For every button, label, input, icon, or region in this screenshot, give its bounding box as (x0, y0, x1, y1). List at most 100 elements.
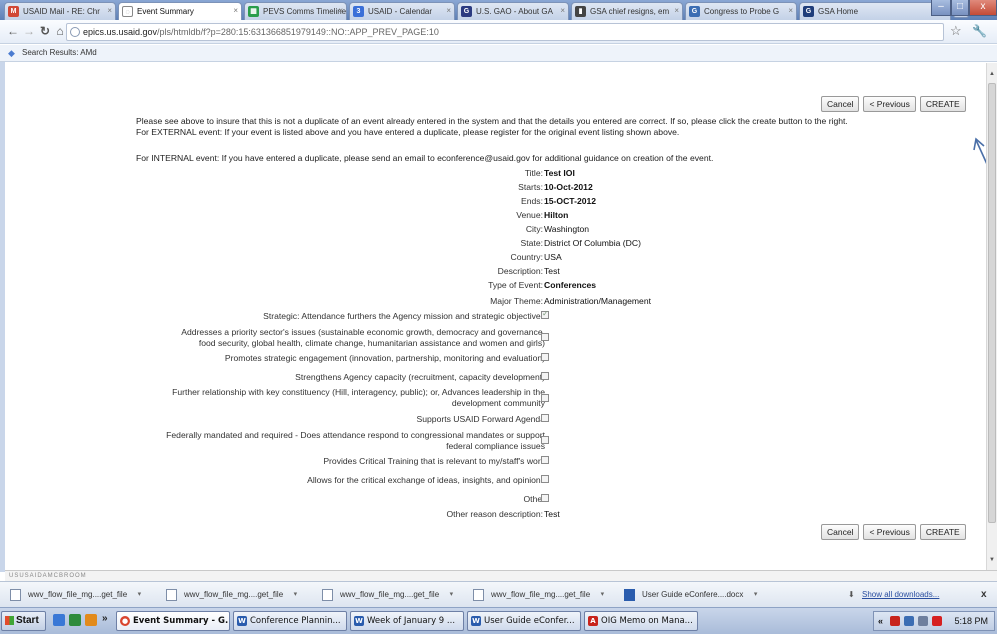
tab-congress-probe[interactable]: G Congress to Probe G × (685, 2, 797, 20)
download-item[interactable]: wwv_flow_file_mg....get_file ▾ (10, 587, 141, 603)
scroll-down-icon[interactable]: ▼ (987, 555, 997, 565)
criterion-label: Allows for the critical exchange of idea… (307, 475, 545, 485)
start-button[interactable]: Start (1, 611, 46, 631)
criterion-strategic-checkbox[interactable] (541, 309, 549, 319)
tab-pevs-comms[interactable]: ▦ PEVS Comms Timeline × (244, 2, 347, 20)
criterion-other-checkbox[interactable] (541, 494, 549, 502)
browser-toolbar: ← → ↻ ⌂ epics.us.usaid.gov/pls/htmldb/f?… (0, 20, 997, 44)
taskbar-button-week-of-january[interactable]: W Week of January 9 ... (350, 611, 464, 631)
window-close-button[interactable]: x (969, 0, 997, 16)
bookmarks-bar: ◆ Search Results: AMd (0, 45, 997, 62)
vertical-scrollbar[interactable]: ▲ ▼ (986, 63, 997, 570)
download-item[interactable]: wwv_flow_file_mg....get_file ▾ (166, 587, 297, 603)
field-label: Ends: (521, 196, 543, 206)
bookmark-star-icon[interactable]: ☆ (950, 24, 962, 38)
security-icon[interactable] (932, 616, 942, 626)
chevron-down-icon[interactable]: ▾ (138, 587, 142, 603)
url-path: /pls/htmldb/f?p=280:15:6313668519791​49:… (157, 27, 439, 37)
criterion-label: federal compliance issues (446, 441, 545, 451)
chevron-down-icon[interactable]: ▾ (294, 587, 298, 603)
criterion-federally-mandated: Federally mandated and required - Does a… (166, 430, 545, 452)
bookmark-search-results[interactable]: ◆ Search Results: AMd (8, 48, 97, 58)
show-all-downloads-link[interactable]: ⬇ Show all downloads... (848, 587, 939, 603)
tab-event-summary[interactable]: ◌ Event Summary × (118, 2, 242, 20)
download-item[interactable]: User Guide eConfere....docx ▾ (624, 587, 757, 603)
field-value: Administration/Management (544, 296, 651, 306)
outlook-icon[interactable] (85, 614, 97, 626)
back-icon[interactable]: ← (6, 24, 20, 38)
ie-icon[interactable] (53, 614, 65, 626)
clock[interactable]: 5:18 PM (954, 612, 988, 630)
download-item[interactable]: wwv_flow_file_mg....get_file ▾ (473, 587, 604, 603)
close-icon[interactable]: x (981, 587, 987, 603)
close-icon[interactable]: × (233, 6, 238, 15)
criterion-key-constituency-checkbox[interactable] (541, 394, 549, 402)
status-text: USUSAIDAMCBROOM (5, 570, 997, 581)
search-results-icon: ◆ (8, 48, 15, 58)
tray-app-icon[interactable] (890, 616, 900, 626)
tab-strip: M USAID Mail - RE: Chr × ◌ Event Summary… (0, 0, 997, 20)
wrench-icon[interactable]: 🔧 (972, 24, 987, 38)
news-icon: G (689, 6, 700, 17)
network-icon[interactable] (904, 616, 914, 626)
criterion-critical-training-checkbox[interactable] (541, 456, 549, 464)
tab-usaid-calendar[interactable]: 3 USAID - Calendar × (349, 2, 455, 20)
field-value: Test (544, 509, 560, 519)
create-button[interactable]: CREATE (919, 96, 966, 112)
field-label: Description: (497, 266, 543, 276)
excel-icon[interactable] (69, 614, 81, 626)
criterion-exchange-ideas: Allows for the critical exchange of idea… (307, 475, 545, 485)
chevron-down-icon[interactable]: ▾ (450, 587, 454, 603)
calendar-icon: 3 (353, 6, 364, 17)
chevron-down-icon[interactable]: ▾ (601, 587, 605, 603)
address-bar[interactable]: epics.us.usaid.gov/pls/htmldb/f?p=280:15… (66, 23, 944, 41)
scroll-thumb[interactable] (988, 83, 996, 523)
criterion-priority-sector-checkbox[interactable] (541, 333, 549, 341)
create-button[interactable]: CREATE (919, 524, 966, 540)
page-viewport: Cancel < Previous CREATE Please see abov… (5, 63, 986, 570)
tray-chevron[interactable]: « (878, 612, 883, 630)
taskbar-button-user-guide[interactable]: W User Guide eConfer... (467, 611, 581, 631)
cancel-button[interactable]: Cancel (821, 524, 860, 540)
close-icon[interactable]: × (107, 6, 112, 15)
quicklaunch-chevron[interactable]: » (102, 613, 108, 624)
close-icon[interactable]: × (338, 6, 343, 15)
field-label: Other reason description: (446, 509, 544, 519)
taskbar-button-conference-planning[interactable]: W Conference Plannin... (233, 611, 347, 631)
tab-label: U.S. GAO - About GA (476, 7, 553, 16)
tab-gao[interactable]: G U.S. GAO - About GA × (457, 2, 569, 20)
tab-gsa-chief[interactable]: ▮ GSA chief resigns, em × (571, 2, 683, 20)
scroll-up-icon[interactable]: ▲ (987, 69, 997, 79)
taskbar-button-oig-memo[interactable]: A OIG Memo on Mana... (584, 611, 698, 631)
reload-icon[interactable]: ↻ (38, 24, 52, 38)
chevron-down-icon[interactable]: ▾ (754, 587, 758, 603)
field-value: Test IOI (544, 168, 575, 178)
criterion-strategic-engagement-checkbox[interactable] (541, 353, 549, 361)
previous-button[interactable]: < Previous (863, 96, 916, 112)
taskbar-button-event-summary[interactable]: ● Event Summary - G... (116, 611, 230, 631)
maximize-button[interactable]: □ (951, 0, 969, 16)
previous-button[interactable]: < Previous (863, 524, 916, 540)
download-item[interactable]: wwv_flow_file_mg....get_file ▾ (322, 587, 453, 603)
start-label: Start (16, 615, 39, 626)
criterion-federally-mandated-checkbox[interactable] (541, 436, 549, 444)
instruction-internal: For INTERNAL event: If you have entered … (136, 153, 714, 163)
cancel-button[interactable]: Cancel (821, 96, 860, 112)
close-icon[interactable]: × (788, 6, 793, 15)
volume-icon[interactable] (918, 616, 928, 626)
criterion-usaid-forward-checkbox[interactable] (541, 414, 549, 422)
close-icon[interactable]: × (674, 6, 679, 15)
minimize-button[interactable]: – (931, 0, 951, 16)
close-icon[interactable]: × (560, 6, 565, 15)
tab-label: Event Summary (137, 7, 194, 16)
file-icon (322, 589, 333, 601)
home-icon[interactable]: ⌂ (53, 24, 67, 38)
tab-label: GSA Home (818, 7, 859, 16)
tab-gsa-home[interactable]: G GSA Home × (799, 2, 951, 20)
criterion-exchange-ideas-checkbox[interactable] (541, 475, 549, 483)
criterion-agency-capacity-checkbox[interactable] (541, 372, 549, 380)
forward-icon[interactable]: → (22, 24, 36, 38)
tab-usaid-mail[interactable]: M USAID Mail - RE: Chr × (4, 2, 116, 20)
show-all-label: Show all downloads... (862, 590, 940, 599)
close-icon[interactable]: × (446, 6, 451, 15)
